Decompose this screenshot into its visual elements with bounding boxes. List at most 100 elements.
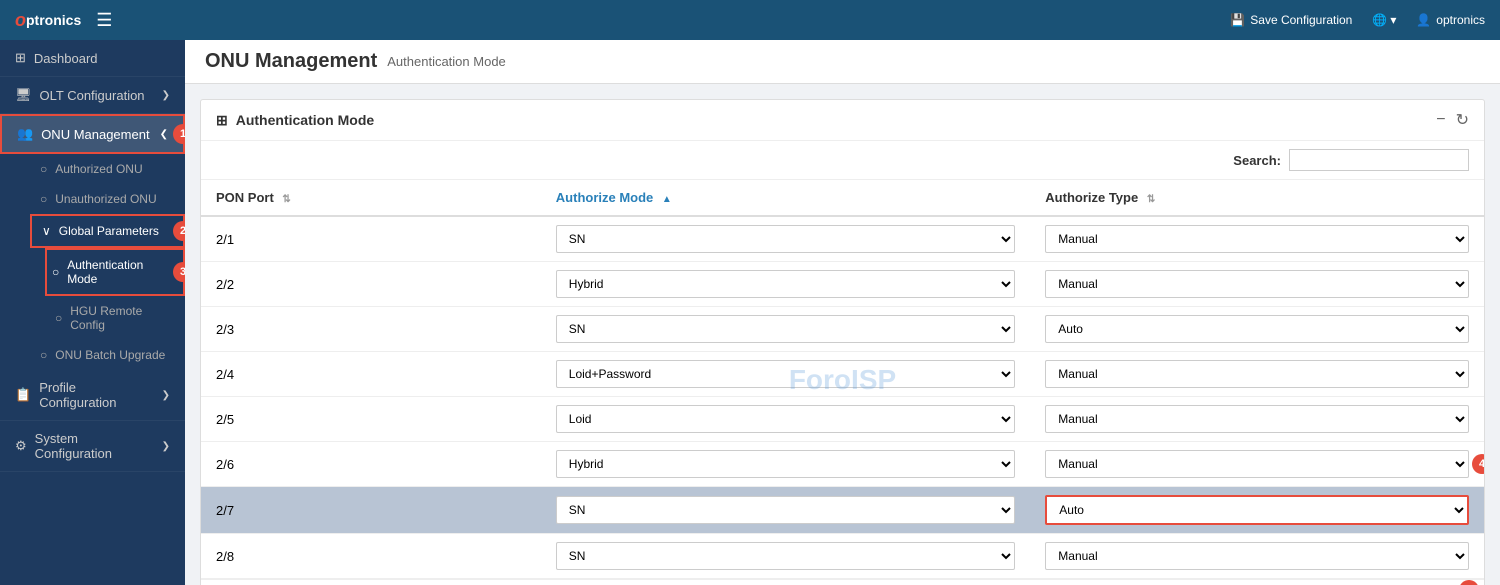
- annotation-badge-4: 4: [1472, 454, 1484, 474]
- authorize-type-cell: ManualAuto: [1030, 397, 1484, 442]
- authorize-mode-select[interactable]: SNHybridLoidLoid+Password: [556, 270, 1016, 298]
- sidebar-item-authentication-mode[interactable]: ○ Authentication Mode: [45, 248, 185, 296]
- authorize-mode-select[interactable]: SNHybridLoidLoid+Password: [556, 496, 1016, 524]
- col-label: Authorize Type: [1045, 190, 1138, 205]
- dashboard-icon: ⊞: [15, 50, 26, 66]
- table-row: 2/5 SNHybridLoidLoid+Password ManualAuto: [201, 397, 1484, 442]
- authorize-type-select[interactable]: ManualAuto: [1045, 450, 1469, 478]
- authorize-mode-select[interactable]: SNHybridLoidLoid+Password: [556, 450, 1016, 478]
- settings-icon: ⚙: [15, 438, 27, 454]
- username-label: optronics: [1436, 13, 1485, 27]
- logo-o-letter: o: [15, 10, 26, 31]
- authorize-type-cell: ManualAuto: [1030, 216, 1484, 262]
- minimize-button[interactable]: −: [1436, 111, 1445, 129]
- sort-up-icon: ▲: [662, 194, 672, 205]
- chevron-left-icon: ❮: [160, 129, 168, 140]
- page-subtitle: Authentication Mode: [387, 54, 506, 69]
- authorize-mode-select[interactable]: SNHybridLoidLoid+Password: [556, 225, 1016, 253]
- chevron-right-icon: ❯: [162, 90, 170, 101]
- sidebar-item-authorized-onu[interactable]: ○ Authorized ONU: [30, 154, 185, 184]
- authorize-type-select[interactable]: ManualAuto: [1045, 270, 1469, 298]
- user-menu[interactable]: 👤 optronics: [1416, 13, 1485, 27]
- authorize-type-cell: ManualAuto4: [1030, 442, 1484, 487]
- sidebar-item-onu-batch-upgrade[interactable]: ○ ONU Batch Upgrade: [30, 340, 185, 370]
- authorize-type-select[interactable]: ManualAuto: [1045, 225, 1469, 253]
- table-header-row: PON Port ⇅ Authorize Mode ▲ Authorize Ty…: [201, 180, 1484, 216]
- table-row: 2/2 SNHybridLoidLoid+Password ManualAuto: [201, 262, 1484, 307]
- annotation-badge-5: 5: [1459, 580, 1479, 585]
- save-configuration-button[interactable]: 💾 Save Configuration: [1230, 13, 1352, 27]
- top-header: o ptronics ☰ 💾 Save Configuration 🌐 ▾ 👤 …: [0, 0, 1500, 40]
- sidebar-item-profile-configuration[interactable]: 📋 Profile Configuration ❯: [0, 370, 185, 421]
- table-row: 2/7SNHybridLoidLoid+PasswordManualAuto: [201, 487, 1484, 534]
- sidebar-item-system-configuration[interactable]: ⚙ System Configuration ❯: [0, 421, 185, 472]
- sidebar-item-global-parameters[interactable]: ∨ Global Parameters: [30, 214, 185, 248]
- search-input[interactable]: [1289, 149, 1469, 171]
- sidebar-item-unauthorized-onu[interactable]: ○ Unauthorized ONU: [30, 184, 185, 214]
- authorize-mode-cell: SNHybridLoidLoid+Password: [541, 534, 1031, 579]
- monitor-icon: 🖥: [15, 87, 32, 103]
- sidebar-item-label: Dashboard: [34, 51, 98, 66]
- sidebar-sub-label: Unauthorized ONU: [55, 192, 156, 206]
- logo-tronics-text: ptronics: [26, 12, 81, 28]
- circle-icon: ○: [40, 162, 47, 176]
- authorize-mode-cell: SNHybridLoidLoid+Password: [541, 262, 1031, 307]
- card-footer: Submit 5: [201, 579, 1484, 585]
- sort-icon: ⇅: [1147, 194, 1155, 205]
- authorize-mode-select[interactable]: SNHybridLoidLoid+Password: [556, 315, 1016, 343]
- sidebar-sub-label: Authorized ONU: [55, 162, 142, 176]
- pon-port-cell: 2/2: [201, 262, 541, 307]
- authorize-mode-select[interactable]: SNHybridLoidLoid+Password: [556, 360, 1016, 388]
- card-title: ⊞ Authentication Mode: [216, 112, 374, 129]
- authorize-mode-cell: SNHybridLoidLoid+Password: [541, 216, 1031, 262]
- circle-icon: ○: [40, 192, 47, 206]
- page-header: ONU Management Authentication Mode: [185, 40, 1500, 84]
- pon-port-cell: 2/4: [201, 352, 541, 397]
- refresh-button[interactable]: ↻: [1456, 110, 1469, 130]
- authorize-type-cell: ManualAuto: [1030, 352, 1484, 397]
- circle-icon: ○: [55, 311, 62, 325]
- sidebar-item-olt-configuration[interactable]: 🖥 OLT Configuration ❯: [0, 77, 185, 114]
- chevron-down-icon: ∨: [42, 224, 51, 238]
- sidebar-item-hgu-remote-config[interactable]: ○ HGU Remote Config: [45, 296, 185, 340]
- authorize-type-select[interactable]: ManualAuto: [1045, 315, 1469, 343]
- authorize-mode-cell: SNHybridLoidLoid+Password: [541, 352, 1031, 397]
- table-container: PON Port ⇅ Authorize Mode ▲ Authorize Ty…: [201, 180, 1484, 579]
- sidebar-item-dashboard[interactable]: ⊞ Dashboard: [0, 40, 185, 77]
- authorize-type-cell: ManualAuto: [1030, 534, 1484, 579]
- pon-port-cell: 2/8: [201, 534, 541, 579]
- page-title: ONU Management: [205, 50, 377, 73]
- hamburger-menu-icon[interactable]: ☰: [96, 10, 112, 31]
- sidebar-sub-label: Global Parameters: [59, 224, 159, 238]
- header-left: o ptronics ☰: [15, 10, 112, 31]
- chevron-down-icon: ▾: [1390, 13, 1396, 27]
- onu-management-subnav: ○ Authorized ONU ○ Unauthorized ONU ∨ Gl…: [0, 154, 185, 370]
- sidebar-item-onu-management[interactable]: 👥 ONU Management ❮: [0, 114, 185, 154]
- authorize-mode-select[interactable]: SNHybridLoidLoid+Password: [556, 405, 1016, 433]
- col-label: PON Port: [216, 190, 274, 205]
- authorize-type-select[interactable]: ManualAuto: [1045, 405, 1469, 433]
- col-authorize-mode[interactable]: Authorize Mode ▲: [541, 180, 1031, 216]
- authorize-mode-select[interactable]: SNHybridLoidLoid+Password: [556, 542, 1016, 570]
- authorize-type-select[interactable]: ManualAuto: [1045, 360, 1469, 388]
- col-authorize-type[interactable]: Authorize Type ⇅: [1030, 180, 1484, 216]
- pon-port-cell: 2/1: [201, 216, 541, 262]
- authorize-type-cell: ManualAuto: [1030, 307, 1484, 352]
- search-area: Search:: [201, 141, 1484, 180]
- col-pon-port[interactable]: PON Port ⇅: [201, 180, 541, 216]
- col-label: Authorize Mode: [556, 190, 654, 205]
- save-icon: 💾: [1230, 13, 1245, 27]
- table-row: 2/6SNHybridLoidLoid+PasswordManualAuto4: [201, 442, 1484, 487]
- pon-port-cell: 2/3: [201, 307, 541, 352]
- chevron-right-icon: ❯: [162, 390, 170, 401]
- language-selector[interactable]: 🌐 ▾: [1372, 13, 1396, 27]
- pon-port-cell: 2/5: [201, 397, 541, 442]
- authorize-type-select[interactable]: ManualAuto: [1045, 495, 1469, 525]
- main-content: ONU Management Authentication Mode ⊞ Aut…: [185, 40, 1500, 585]
- authentication-mode-card: ⊞ Authentication Mode − ↻ Search:: [200, 99, 1485, 585]
- profile-icon: 📋: [15, 387, 31, 403]
- authorize-type-select[interactable]: ManualAuto: [1045, 542, 1469, 570]
- globe-icon: 🌐: [1372, 13, 1387, 27]
- authorize-type-cell: ManualAuto: [1030, 262, 1484, 307]
- table-icon: ⊞: [216, 112, 228, 129]
